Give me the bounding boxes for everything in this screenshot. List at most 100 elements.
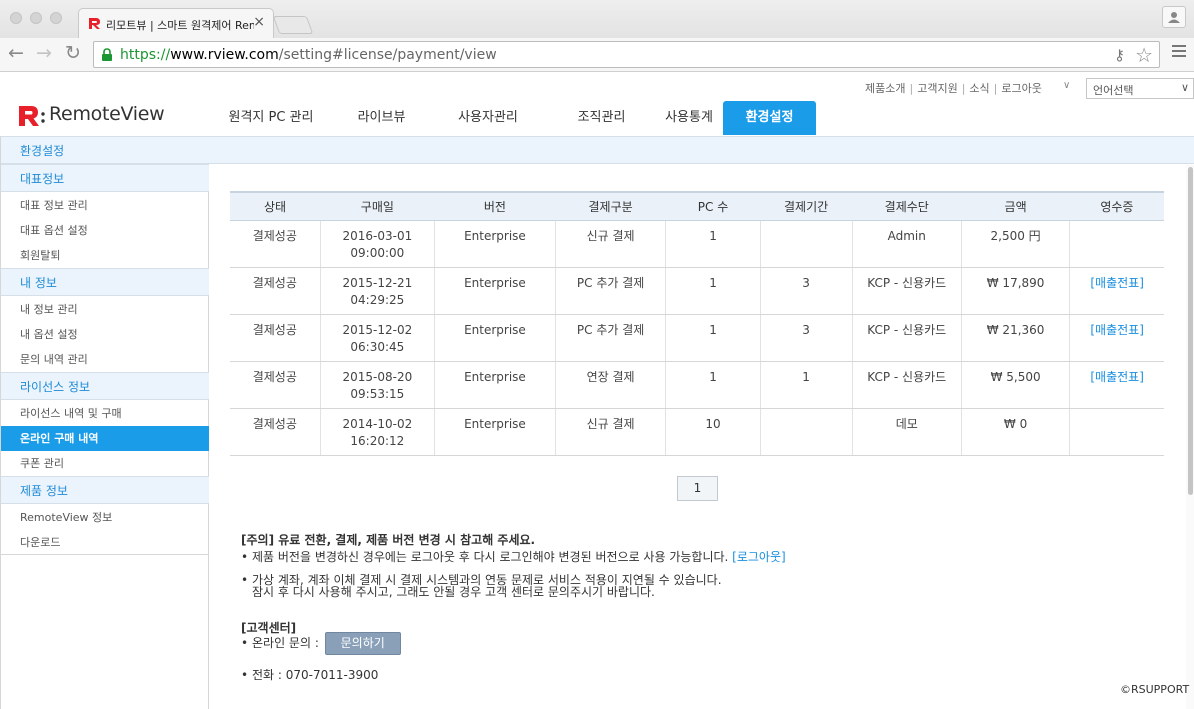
cell-version: Enterprise xyxy=(434,267,556,315)
cell-date-time: 09:53:15 xyxy=(350,386,405,401)
sidebar-item-my-options[interactable]: 내 옵션 설정 xyxy=(1,322,209,347)
sidebar-section-my-info[interactable]: 내 정보 xyxy=(1,268,209,296)
pagination-page-1[interactable]: 1 xyxy=(677,476,718,501)
address-bar[interactable]: https://www.rview.com/setting#license/pa… xyxy=(93,41,1160,68)
cell-pc-count: 1 xyxy=(665,361,761,409)
nav-settings[interactable]: 환경설정 xyxy=(723,101,816,135)
sidebar-item-my-info[interactable]: 내 정보 관리 xyxy=(1,297,209,322)
column-header-date: 구매일 xyxy=(320,191,435,221)
cell-date: 2014-10-02 16:20:12 xyxy=(320,408,436,456)
sidebar-item-rep-info[interactable]: 대표 정보 관리 xyxy=(1,193,209,218)
sidebar-item-inquiries[interactable]: 문의 내역 관리 xyxy=(1,347,209,372)
receipt-link[interactable]: [매출전표] xyxy=(1069,361,1164,409)
profile-button[interactable] xyxy=(1162,6,1186,28)
browser-menu-icon[interactable] xyxy=(1172,45,1186,60)
bookmark-star-icon[interactable]: ☆ xyxy=(1135,43,1153,67)
notice-bullet-logout-text: 제품 버전을 변경하신 경우에는 로그아웃 후 다시 로그인해야 변경된 버전으… xyxy=(252,550,729,564)
cell-date: 2015-12-02 06:30:45 xyxy=(320,314,436,362)
table-row: 결제성공 2015-12-02 06:30:45 Enterprise PC 추가… xyxy=(230,314,1164,362)
notice-bullet-delay-line2: 잠시 후 다시 사용해 주시고, 그래도 안될 경우 고객 센터로 문의주시기 … xyxy=(252,583,655,600)
sidebar-title[interactable]: 환경설정 xyxy=(1,136,209,164)
cell-date-time: 16:20:12 xyxy=(350,433,405,448)
cell-period: 1 xyxy=(760,361,853,409)
url-text: https://www.rview.com/setting#license/pa… xyxy=(120,47,497,63)
util-link-logout[interactable]: 로그아웃 xyxy=(1001,82,1041,95)
cell-method: KCP - 신용카드 xyxy=(852,361,962,409)
receipt-link[interactable]: [매출전표] xyxy=(1069,267,1164,315)
copyright: ©RSUPPORT xyxy=(1120,683,1190,696)
utility-links: 제품소개 | 고객지원 | 소식 | 로그아웃 xyxy=(865,82,1042,95)
cell-status: 결제성공 xyxy=(230,267,321,315)
sidebar: 환경설정 대표정보 대표 정보 관리 대표 옵션 설정 회원탈퇴 내 정보 내 … xyxy=(0,136,209,709)
cell-version: Enterprise xyxy=(434,220,556,268)
cell-payment-type: PC 추가 결제 xyxy=(555,267,667,315)
sidebar-item-withdraw[interactable]: 회원탈퇴 xyxy=(1,243,209,268)
cell-period: 3 xyxy=(760,314,853,362)
cell-period xyxy=(760,220,853,268)
sidebar-item-download[interactable]: 다운로드 xyxy=(1,530,209,555)
support-phone: 전화 : 070-7011-3900 xyxy=(252,668,379,682)
cell-date: 2015-12-21 04:29:25 xyxy=(320,267,436,315)
key-icon[interactable]: ⚷ xyxy=(1114,46,1125,64)
column-header-amount: 금액 xyxy=(961,191,1070,221)
window-minimize-button[interactable] xyxy=(30,12,42,24)
cell-method: KCP - 신용카드 xyxy=(852,314,962,362)
cell-pc-count: 1 xyxy=(665,314,761,362)
cell-status: 결제성공 xyxy=(230,361,321,409)
browser-tab[interactable]: 리모트뷰 | 스마트 원격제어 RemoteView × xyxy=(78,8,274,38)
new-tab-button[interactable] xyxy=(272,16,314,34)
column-header-status: 상태 xyxy=(230,191,321,221)
cell-date: 2016-03-01 09:00:00 xyxy=(320,220,436,268)
sidebar-item-remoteview-info[interactable]: RemoteView 정보 xyxy=(1,505,209,530)
receipt-link[interactable]: [매출전표] xyxy=(1069,314,1164,362)
scrollbar-thumb[interactable] xyxy=(1188,167,1193,495)
nav-remote-pc[interactable]: 원격지 PC 관리 xyxy=(208,101,334,135)
cell-version: Enterprise xyxy=(434,408,556,456)
browser-tab-strip: 리모트뷰 | 스마트 원격제어 RemoteView × xyxy=(0,0,1194,38)
util-link-support[interactable]: 고객지원 xyxy=(917,82,957,95)
window-zoom-button[interactable] xyxy=(50,12,62,24)
sidebar-item-rep-options[interactable]: 대표 옵션 설정 xyxy=(1,218,209,243)
nav-liveview[interactable]: 라이브뷰 xyxy=(334,101,429,135)
sidebar-item-license-purchase[interactable]: 라이선스 내역 및 구매 xyxy=(1,401,209,426)
cell-amount: ₩ 0 xyxy=(961,408,1071,456)
sidebar-section-product[interactable]: 제품 정보 xyxy=(1,476,209,504)
cell-amount: 2,500 円 xyxy=(961,220,1071,268)
cell-pc-count: 1 xyxy=(665,220,761,268)
cell-date-day: 2016-03-01 xyxy=(342,228,413,243)
cell-payment-type: 연장 결제 xyxy=(555,361,667,409)
content-title-strip xyxy=(209,136,1194,164)
cell-amount: ₩ 21,360 xyxy=(961,314,1071,362)
sidebar-section-representative[interactable]: 대표정보 xyxy=(1,164,209,192)
notice-bullet-delay-text-2: 잠시 후 다시 사용해 주시고, 그래도 안될 경우 고객 센터로 문의주시기 … xyxy=(252,585,655,599)
language-select[interactable]: 언어선택 ∨ xyxy=(1086,78,1194,99)
sidebar-item-coupons[interactable]: 쿠폰 관리 xyxy=(1,451,209,476)
cell-payment-type: PC 추가 결제 xyxy=(555,314,667,362)
util-link-news[interactable]: 소식 xyxy=(969,82,989,95)
forward-arrow-icon[interactable]: → xyxy=(36,42,52,64)
reload-icon[interactable]: ↻ xyxy=(65,42,81,64)
sidebar-item-online-purchases[interactable]: 온라인 구매 내역 xyxy=(1,426,209,451)
cell-receipt xyxy=(1069,220,1164,268)
cell-status: 결제성공 xyxy=(230,220,321,268)
support-phone-row: • 전화 : 070-7011-3900 xyxy=(241,668,379,682)
nav-users[interactable]: 사용자관리 xyxy=(429,101,547,135)
chevron-down-icon[interactable]: ∨ xyxy=(1063,80,1070,91)
back-arrow-icon[interactable]: ← xyxy=(8,42,24,64)
cell-payment-type: 신규 결제 xyxy=(555,220,667,268)
cell-date-time: 04:29:25 xyxy=(350,292,405,307)
nav-organization[interactable]: 조직관리 xyxy=(547,101,656,135)
logout-link[interactable]: [로그아웃] xyxy=(732,550,786,564)
cell-date-day: 2015-12-21 xyxy=(342,275,413,290)
nav-statistics[interactable]: 사용통계 xyxy=(656,101,722,135)
support-online-label: 온라인 문의 : xyxy=(252,636,319,650)
table-row: 결제성공 2014-10-02 16:20:12 Enterprise 신규 결제… xyxy=(230,408,1164,456)
cell-amount: ₩ 5,500 xyxy=(961,361,1071,409)
inquiry-button[interactable]: 문의하기 xyxy=(324,632,401,655)
util-link-products[interactable]: 제품소개 xyxy=(865,82,905,95)
sidebar-section-license[interactable]: 라이선스 정보 xyxy=(1,372,209,400)
window-close-button[interactable] xyxy=(10,12,22,24)
cell-date-time: 06:30:45 xyxy=(350,339,405,354)
notice-bullet-logout: • 제품 버전을 변경하신 경우에는 로그아웃 후 다시 로그인해야 변경된 버전… xyxy=(241,550,786,564)
tab-close-icon[interactable]: × xyxy=(253,14,265,30)
